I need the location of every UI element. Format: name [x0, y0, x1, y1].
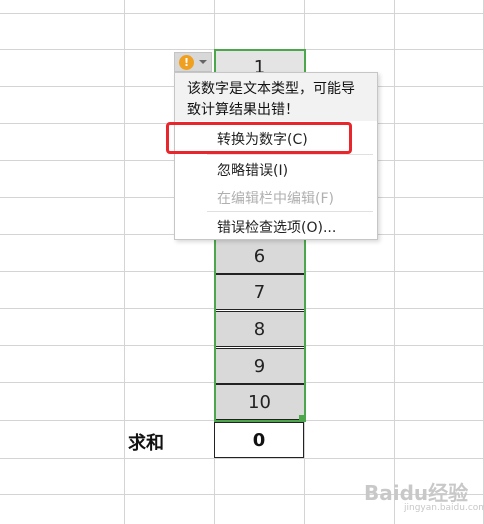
sum-label[interactable]: 求和	[128, 428, 214, 456]
error-check-button[interactable]: !	[174, 52, 212, 72]
grid-row-line	[0, 420, 484, 421]
watermark-url: jingyan.baidu.com	[404, 503, 484, 513]
menu-header: 该数字是文本类型，可能导 致计算结果出错！	[175, 73, 377, 121]
menu-item-error-check-options[interactable]: 错误检查选项(O)...	[175, 213, 377, 241]
menu-header-line1: 该数字是文本类型，可能导	[187, 81, 355, 97]
exclamation-icon: !	[179, 54, 194, 70]
data-cell-7[interactable]: 7	[215, 274, 304, 310]
error-context-menu: 该数字是文本类型，可能导 致计算结果出错！ 转换为数字(C) 忽略错误(I) 在…	[174, 72, 378, 240]
data-cell-6[interactable]: 6	[215, 238, 304, 274]
fill-handle[interactable]	[299, 415, 305, 421]
watermark-logo: Baidu经验	[364, 481, 469, 505]
menu-item-convert-to-number[interactable]: 转换为数字(C)	[175, 125, 377, 153]
data-cell-8[interactable]: 8	[215, 311, 304, 347]
menu-header-line2: 致计算结果出错！	[187, 102, 299, 118]
menu-item-ignore-error[interactable]: 忽略错误(I)	[175, 156, 377, 184]
grid-row-line	[0, 13, 484, 14]
grid-column-line	[124, 0, 125, 524]
menu-item-edit-in-formula-bar: 在编辑栏中编辑(F)	[217, 191, 334, 207]
grid-column-line	[394, 0, 395, 524]
menu-separator	[207, 154, 373, 155]
sum-value-cell[interactable]: 0	[214, 422, 304, 458]
grid-row-line	[0, 458, 484, 459]
chevron-down-icon	[199, 60, 207, 64]
data-cell-9[interactable]: 9	[215, 348, 304, 384]
data-cell-10[interactable]: 10	[215, 384, 304, 420]
menu-separator	[207, 211, 373, 212]
